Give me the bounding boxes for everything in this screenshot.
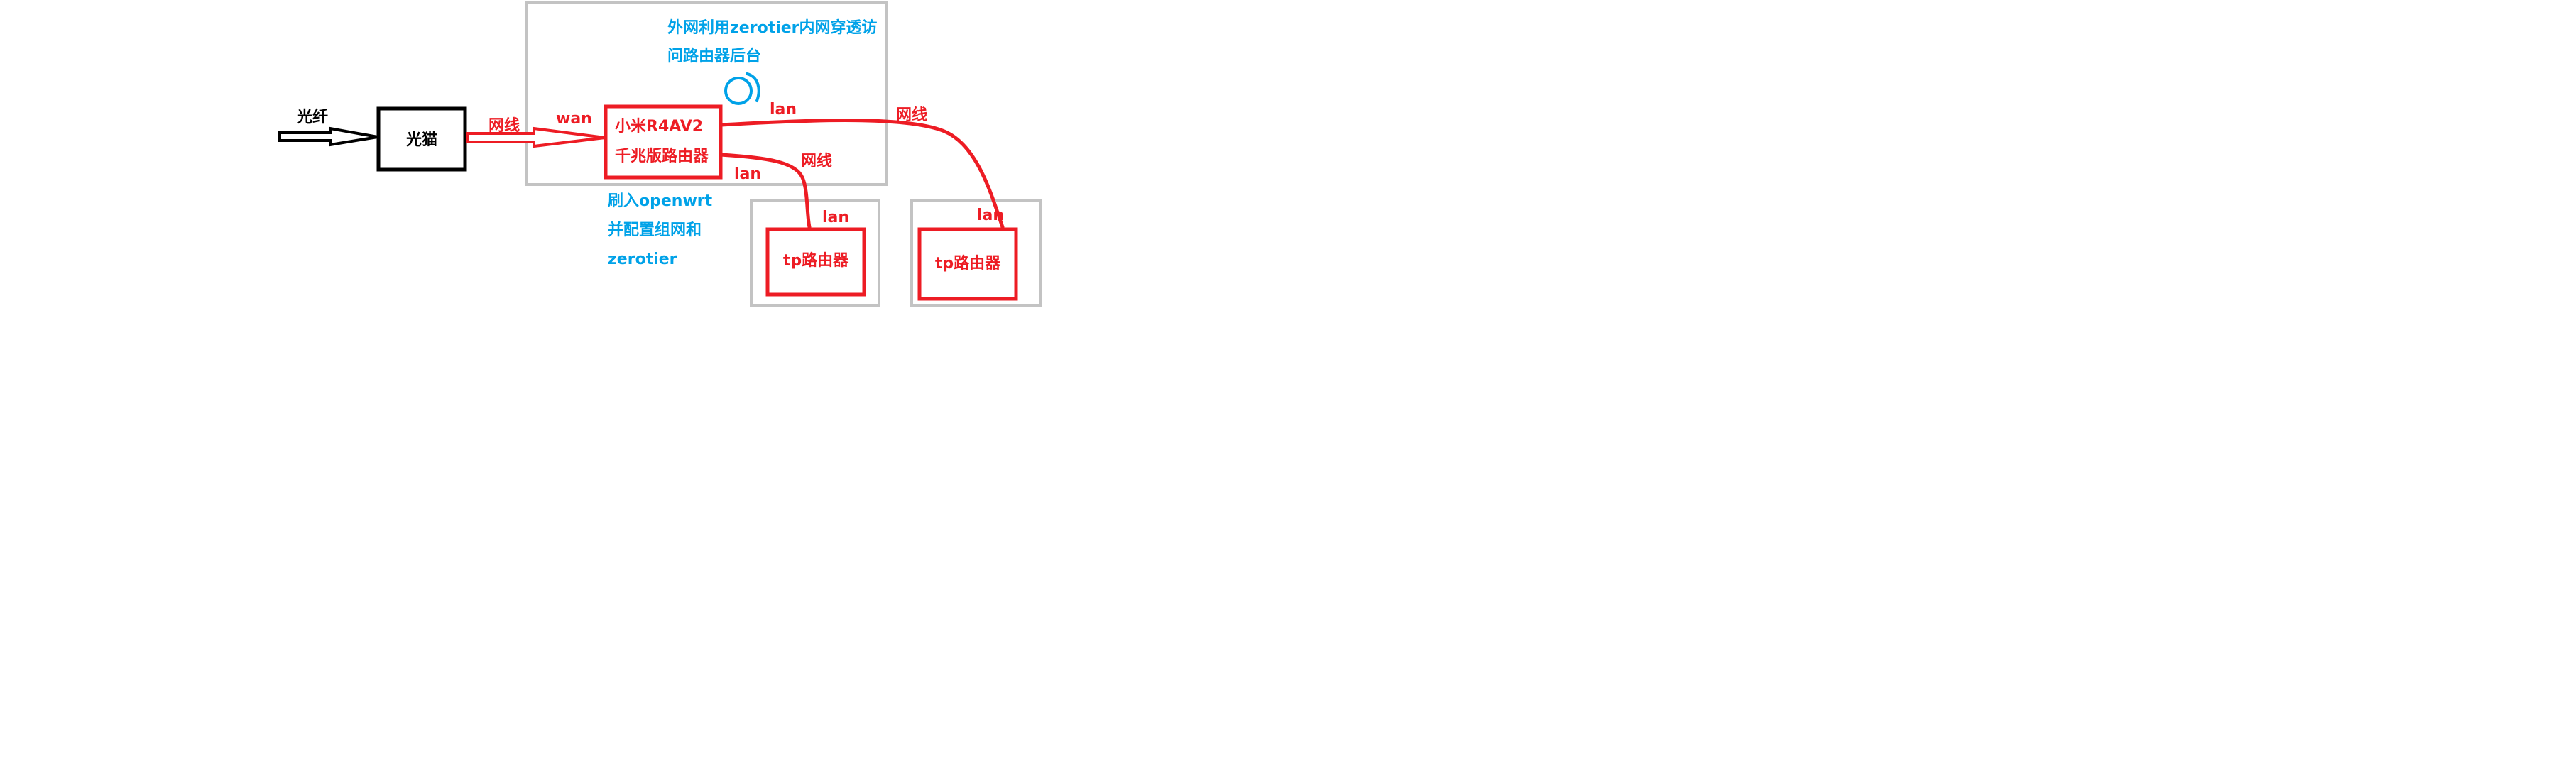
cable-label-top: 网线: [896, 106, 927, 124]
circular-arrow-icon: [724, 72, 760, 105]
flash-note-line-2: 并配置组网和: [608, 221, 702, 239]
network-diagram: 光纤 光猫 网线 wan 小米R4AV2 千兆版路由器 lan 网线 lan 网…: [278, 1, 1042, 307]
fiber-arrow: [278, 126, 378, 147]
lan-label-tp-router-1: lan: [822, 209, 849, 226]
lan-cable-to-tp-router-2: [719, 119, 1005, 229]
main-router-box: [604, 104, 723, 180]
wan-label: wan: [556, 110, 592, 128]
main-router-label-line-1: 小米R4AV2: [615, 118, 703, 136]
cable-label-1: 网线: [489, 116, 520, 135]
zerotier-note-line-2: 问路由器后台: [667, 47, 761, 65]
zerotier-note-line-1: 外网利用zerotier内网穿透访: [667, 18, 878, 37]
fiber-label: 光纤: [296, 108, 328, 126]
flash-note-line-1: 刷入openwrt: [608, 192, 713, 210]
lan-label-mid: lan: [734, 165, 761, 183]
lan-label-tp-router-2: lan: [977, 207, 1004, 224]
cable-label-mid: 网线: [801, 152, 832, 170]
main-router-label-line-2: 千兆版路由器: [615, 147, 709, 165]
optical-modem-label: 光猫: [405, 131, 437, 149]
flash-note-line-3: zerotier: [608, 251, 677, 268]
tp-router-2-label: tp路由器: [935, 254, 1001, 273]
lan-label-top: lan: [770, 101, 797, 119]
tp-router-1-label: tp路由器: [783, 251, 849, 270]
